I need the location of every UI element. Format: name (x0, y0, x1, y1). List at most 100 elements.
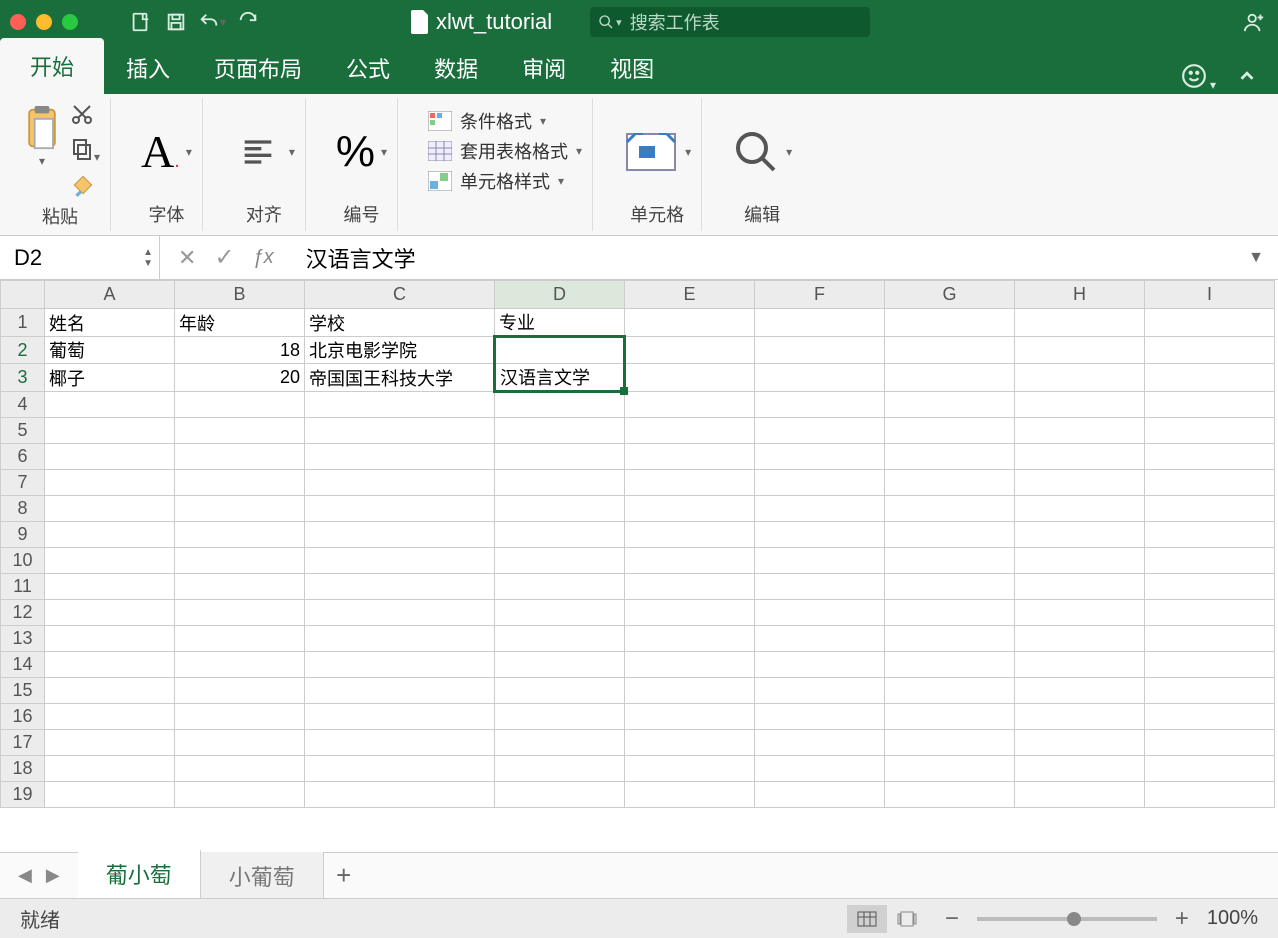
cell-C8[interactable] (305, 496, 495, 522)
cell-E11[interactable] (625, 574, 755, 600)
cell-H5[interactable] (1015, 418, 1145, 444)
cell-I9[interactable] (1145, 522, 1275, 548)
add-sheet-button[interactable]: + (324, 860, 364, 891)
cell-I17[interactable] (1145, 730, 1275, 756)
cell-C13[interactable] (305, 626, 495, 652)
cell-G14[interactable] (885, 652, 1015, 678)
cell-G1[interactable] (885, 309, 1015, 337)
maximize-window-button[interactable] (62, 14, 78, 30)
cell-A19[interactable] (45, 782, 175, 808)
cell-H4[interactable] (1015, 392, 1145, 418)
cell-H11[interactable] (1015, 574, 1145, 600)
cell-C19[interactable] (305, 782, 495, 808)
row-header-17[interactable]: 17 (1, 730, 45, 756)
tab-home[interactable]: 开始 (0, 38, 104, 94)
cell-C4[interactable] (305, 392, 495, 418)
cell-G17[interactable] (885, 730, 1015, 756)
cell-A16[interactable] (45, 704, 175, 730)
cell-I11[interactable] (1145, 574, 1275, 600)
cell-D11[interactable] (495, 574, 625, 600)
cell-A5[interactable] (45, 418, 175, 444)
cell-G8[interactable] (885, 496, 1015, 522)
cell-G15[interactable] (885, 678, 1015, 704)
cell-D8[interactable] (495, 496, 625, 522)
cell-G10[interactable] (885, 548, 1015, 574)
cell-A7[interactable] (45, 470, 175, 496)
cell-B1[interactable]: 年龄 (175, 309, 305, 337)
cell-B10[interactable] (175, 548, 305, 574)
tab-view[interactable]: 视图 (588, 42, 676, 94)
cell-F3[interactable] (755, 364, 885, 392)
table-format-button[interactable]: 套用表格格式▾ (428, 138, 582, 164)
close-window-button[interactable] (10, 14, 26, 30)
cell-F11[interactable] (755, 574, 885, 600)
cell-D1[interactable]: 专业 (495, 309, 625, 337)
zoom-in-button[interactable]: + (1175, 905, 1189, 933)
cell-F4[interactable] (755, 392, 885, 418)
cell-A3[interactable]: 椰子 (45, 364, 175, 392)
cell-A6[interactable] (45, 444, 175, 470)
column-header-F[interactable]: F (755, 281, 885, 309)
collapse-ribbon-icon[interactable] (1236, 65, 1258, 92)
spreadsheet-grid[interactable]: ABCDEFGHI1姓名年龄学校专业2葡萄18北京电影学院3椰子20帝国国王科技… (0, 280, 1278, 852)
view-pagelayout-icon[interactable] (887, 905, 927, 933)
tab-formula[interactable]: 公式 (324, 42, 412, 94)
cell-A2[interactable]: 葡萄 (45, 337, 175, 364)
cell-C15[interactable] (305, 678, 495, 704)
cell-H6[interactable] (1015, 444, 1145, 470)
fx-icon[interactable]: ƒx (253, 246, 274, 269)
cell-B12[interactable] (175, 600, 305, 626)
row-header-14[interactable]: 14 (1, 652, 45, 678)
share-icon[interactable] (1240, 8, 1268, 36)
cell-H1[interactable] (1015, 309, 1145, 337)
cell-B16[interactable] (175, 704, 305, 730)
cell-C14[interactable] (305, 652, 495, 678)
cell-H8[interactable] (1015, 496, 1145, 522)
cell-C3[interactable]: 帝国国王科技大学 (305, 364, 495, 392)
cell-G6[interactable] (885, 444, 1015, 470)
cell-D13[interactable] (495, 626, 625, 652)
tab-layout[interactable]: 页面布局 (192, 42, 324, 94)
cell-C16[interactable] (305, 704, 495, 730)
cell-I15[interactable] (1145, 678, 1275, 704)
cell-F15[interactable] (755, 678, 885, 704)
cell-C10[interactable] (305, 548, 495, 574)
cell-H10[interactable] (1015, 548, 1145, 574)
edit-button[interactable]: ▾ (732, 102, 792, 201)
cell-G11[interactable] (885, 574, 1015, 600)
column-header-G[interactable]: G (885, 281, 1015, 309)
cell-E5[interactable] (625, 418, 755, 444)
row-header-18[interactable]: 18 (1, 756, 45, 782)
cell-I18[interactable] (1145, 756, 1275, 782)
cell-D15[interactable] (495, 678, 625, 704)
cell-C1[interactable]: 学校 (305, 309, 495, 337)
cell-H14[interactable] (1015, 652, 1145, 678)
align-button[interactable]: ▾ (233, 102, 295, 201)
cell-C18[interactable] (305, 756, 495, 782)
cell-F2[interactable] (755, 337, 885, 364)
search-input[interactable]: ▾ 搜索工作表 (590, 7, 870, 37)
cell-A8[interactable] (45, 496, 175, 522)
cell-E2[interactable] (625, 337, 755, 364)
row-header-4[interactable]: 4 (1, 392, 45, 418)
number-button[interactable]: %▾ (336, 102, 387, 201)
cell-F1[interactable] (755, 309, 885, 337)
format-painter-icon[interactable] (70, 172, 100, 203)
cell-A15[interactable] (45, 678, 175, 704)
cell-I19[interactable] (1145, 782, 1275, 808)
cell-D17[interactable] (495, 730, 625, 756)
cell-D4[interactable] (495, 392, 625, 418)
cell-H13[interactable] (1015, 626, 1145, 652)
cell-E10[interactable] (625, 548, 755, 574)
emoji-icon[interactable]: ▾ (1181, 63, 1216, 94)
cell-B5[interactable] (175, 418, 305, 444)
cell-B6[interactable] (175, 444, 305, 470)
cell-H19[interactable] (1015, 782, 1145, 808)
tab-data[interactable]: 数据 (412, 42, 500, 94)
cell-B4[interactable] (175, 392, 305, 418)
column-header-C[interactable]: C (305, 281, 495, 309)
formula-expand-icon[interactable]: ▼ (1248, 249, 1278, 267)
cell-B3[interactable]: 20 (175, 364, 305, 392)
cell-D6[interactable] (495, 444, 625, 470)
sheet-tab-0[interactable]: 葡小萄 (78, 850, 201, 901)
